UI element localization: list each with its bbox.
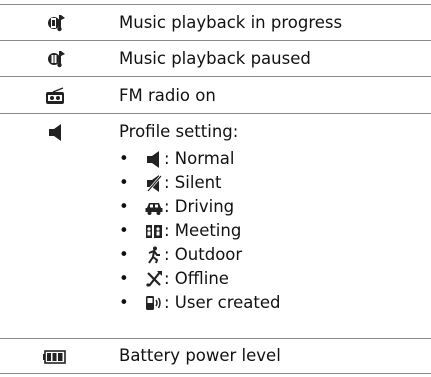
table-row: Music playback paused <box>0 40 431 76</box>
bullet: • <box>119 245 129 264</box>
normal-speaker-icon <box>145 150 163 168</box>
profile-label: : Meeting <box>164 221 242 240</box>
row-label: FM radio on <box>119 86 216 105</box>
music-paused-icon <box>0 49 110 69</box>
profile-label: : Outdoor <box>164 245 243 264</box>
profile-label: : Normal <box>164 149 235 168</box>
silent-icon <box>145 174 163 192</box>
bullet: • <box>119 149 129 168</box>
bullet: • <box>119 293 129 312</box>
table-row: FM radio on <box>0 76 431 113</box>
meeting-icon <box>145 222 163 240</box>
profile-label: : Offline <box>164 269 229 288</box>
fm-radio-icon <box>0 86 110 106</box>
battery-icon <box>0 347 110 367</box>
table-row: Battery power level <box>0 338 431 374</box>
profile-label: : Silent <box>164 173 222 192</box>
bullet: • <box>119 197 129 216</box>
bullet: • <box>119 269 129 288</box>
running-person-icon <box>145 246 163 264</box>
car-icon <box>145 198 163 216</box>
user-phone-icon <box>145 294 163 312</box>
airplane-off-icon <box>145 270 163 288</box>
profile-label: : Driving <box>164 197 235 216</box>
table-row: Profile setting: • : Normal •: Silent •… <box>0 113 431 338</box>
bullet: • <box>119 221 129 240</box>
table-row: Music playback in progress <box>0 4 431 40</box>
bullet: • <box>119 173 129 192</box>
row-label: Music playback in progress <box>119 13 343 32</box>
row-label: Music playback paused <box>119 49 311 68</box>
profile-label: : User created <box>164 293 281 312</box>
speaker-icon <box>0 122 110 142</box>
music-playing-icon <box>0 13 110 33</box>
row-label: Profile setting: <box>119 122 239 141</box>
row-label: Battery power level <box>119 346 281 365</box>
